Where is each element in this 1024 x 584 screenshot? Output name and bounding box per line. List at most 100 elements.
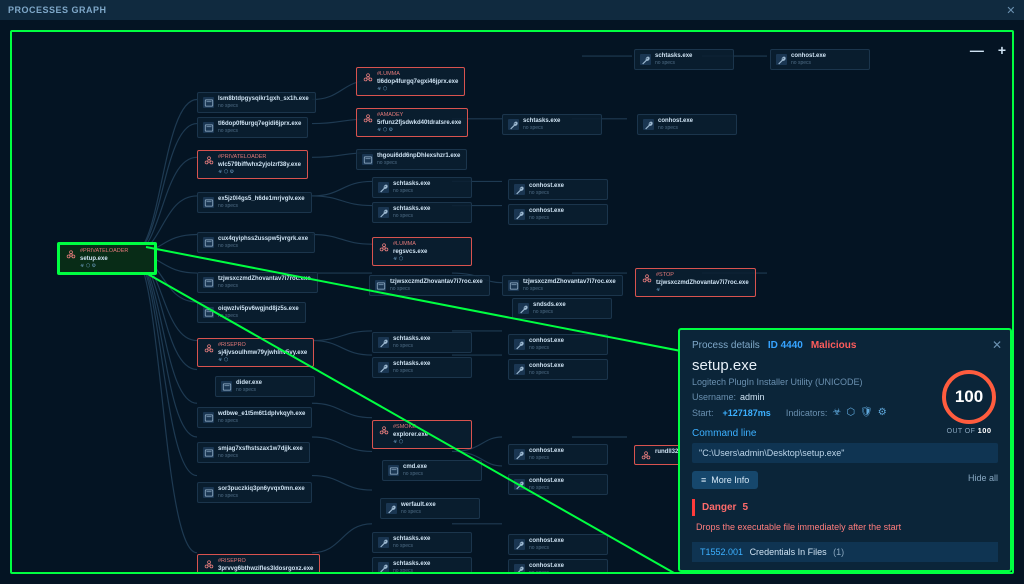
biohazard-icon	[378, 242, 389, 253]
biohazard-icon: ☣	[832, 407, 841, 418]
process-node[interactable]: conhost.exeno specs	[770, 49, 870, 70]
hide-all-button[interactable]: Hide all	[968, 473, 998, 483]
wrench-icon	[378, 207, 389, 218]
process-node[interactable]: #LUMMAregsvcs.exe☣ ⬡	[372, 237, 472, 266]
process-node[interactable]: cux4qyiphss2usspw5jvrgrk.exeno specs	[197, 232, 315, 253]
biohazard-icon	[65, 249, 76, 260]
box-icon	[508, 280, 519, 291]
box-icon	[221, 381, 232, 392]
process-node[interactable]: sndsds.exeno specs	[512, 298, 612, 319]
process-node[interactable]: conhost.exeno specs	[508, 179, 608, 200]
process-node[interactable]: conhost.exeno specs	[508, 474, 608, 495]
wrench-icon	[514, 209, 525, 220]
biohazard-icon	[203, 559, 214, 570]
close-icon[interactable]: ✕	[992, 338, 1002, 352]
process-node[interactable]: schtasks.exeno specs	[372, 332, 472, 353]
process-node[interactable]: schtasks.exeno specs	[634, 49, 734, 70]
box-icon	[375, 280, 386, 291]
detail-header-label: Process details	[692, 340, 760, 351]
process-detail-panel: ✕ Process details ID 4440 Malicious setu…	[678, 328, 1012, 572]
process-node[interactable]: schtasks.exeno specs	[372, 557, 472, 574]
shield-icon: 🛡	[860, 407, 873, 418]
gear-icon: ⚙	[878, 407, 887, 418]
mitre-item[interactable]: T1552.001 Credentials In Files (1)	[692, 542, 998, 562]
wrench-icon	[378, 182, 389, 193]
wrench-icon	[514, 184, 525, 195]
wrench-icon	[776, 54, 787, 65]
process-node[interactable]: smjag7xsfhstszax1w7djjk.exeno specs	[197, 442, 310, 463]
process-node[interactable]: dider.exeno specs	[215, 376, 315, 397]
process-node[interactable]: #AMADEY5rfunz2fjsdwkd40tdratsre.exe☣ ⬡ ⚙	[356, 108, 468, 137]
box-icon	[203, 97, 214, 108]
box-icon	[203, 237, 214, 248]
danger-header[interactable]: Danger5	[692, 499, 998, 516]
process-node[interactable]: schtasks.exeno specs	[502, 114, 602, 135]
process-node[interactable]: cmd.exeno specs	[382, 460, 482, 481]
wrench-icon	[514, 339, 525, 350]
process-node[interactable]: conhost.exeno specs	[508, 204, 608, 225]
box-icon	[388, 465, 399, 476]
wrench-icon	[514, 564, 525, 574]
process-node-root[interactable]: #PRIVATELOADERsetup.exe☣ ⬡ ⚙	[57, 242, 157, 275]
process-node[interactable]: schtasks.exeno specs	[372, 357, 472, 378]
process-node[interactable]: #RISEPROsj4jvsoulhmw79yjwhlnv5vy.exe☣ ⬡	[197, 338, 314, 367]
box-icon	[203, 197, 214, 208]
box-icon	[203, 487, 214, 498]
box-icon	[203, 122, 214, 133]
process-node[interactable]: tzjwsxczmdZhovantav7i7roc.exeno specs	[502, 275, 623, 296]
process-node[interactable]: conhost.exeno specs	[508, 559, 608, 574]
process-node[interactable]: conhost.exeno specs	[508, 534, 608, 555]
wrench-icon	[378, 362, 389, 373]
process-node[interactable]: conhost.exeno specs	[637, 114, 737, 135]
mitre-id[interactable]: T1552.001	[700, 547, 743, 557]
process-node[interactable]: schtasks.exeno specs	[372, 177, 472, 198]
process-node[interactable]: werfault.exeno specs	[380, 498, 480, 519]
process-node[interactable]: #SMOKEexplorer.exe☣ ⬡	[372, 420, 472, 449]
wrench-icon	[386, 503, 397, 514]
wrench-icon	[640, 54, 651, 65]
biohazard-icon	[362, 72, 373, 83]
process-node[interactable]: sor3puczkiq3pn6yvqx0mn.exeno specs	[197, 482, 312, 503]
wrench-icon	[514, 364, 525, 375]
process-node[interactable]: schtasks.exeno specs	[372, 532, 472, 553]
biohazard-icon	[203, 343, 214, 354]
box-icon	[203, 412, 214, 423]
process-node[interactable]: #LUMMAtl6dop4furgq7egxi46jprx.exe☣ ⬡	[356, 67, 465, 96]
biohazard-icon	[362, 113, 373, 124]
process-node[interactable]: conhost.exeno specs	[508, 359, 608, 380]
wrench-icon	[378, 562, 389, 573]
box-icon	[203, 277, 214, 288]
biohazard-icon	[641, 273, 652, 284]
process-node[interactable]: ex5jz0l4gs5_h6de1mrjvglv.exeno specs	[197, 192, 312, 213]
process-node[interactable]: schtasks.exeno specs	[372, 202, 472, 223]
process-node[interactable]: #PRIVATELOADERwlc579biffwhx2yjolzrf38y.e…	[197, 150, 308, 179]
process-node[interactable]: #STOPtzjwsxczmdZhovantav7i7roc.exe☣	[635, 268, 756, 297]
close-icon[interactable]: ✕	[1006, 4, 1016, 17]
process-node[interactable]: conhost.exeno specs	[508, 444, 608, 465]
wrench-icon	[378, 337, 389, 348]
biohazard-icon	[203, 155, 214, 166]
process-node[interactable]: lsm8btdpgysqikr1gxh_sx1h.exeno specs	[197, 92, 316, 113]
box-icon	[203, 447, 214, 458]
more-info-button[interactable]: ≡More Info	[692, 471, 758, 489]
zoom-out-button[interactable]: —	[970, 42, 984, 58]
zoom-in-button[interactable]: +	[998, 42, 1006, 58]
list-icon: ≡	[701, 475, 706, 485]
detail-malicious: Malicious	[811, 340, 857, 351]
wrench-icon	[514, 449, 525, 460]
process-node[interactable]: tl6dop0f6urgq7egidi6jprx.exeno specs	[197, 117, 308, 138]
danger-item[interactable]: Drops the executable file immediately af…	[692, 522, 998, 532]
wrench-icon	[514, 539, 525, 550]
threat-score: 100 OUT OF 100	[942, 370, 996, 435]
detail-pid: ID 4440	[768, 340, 803, 351]
process-node[interactable]: thgoui6dd6npDhlexshzr1.exeno specs	[356, 149, 467, 170]
process-node[interactable]: wdbwe_e1t5m6t1dplvkqyh.exeno specs	[197, 407, 312, 428]
box-icon	[362, 154, 373, 165]
biohazard-icon	[640, 450, 651, 461]
wrench-icon	[508, 119, 519, 130]
cmd-value[interactable]: "C:\Users\admin\Desktop\setup.exe"	[692, 443, 998, 463]
process-node[interactable]: conhost.exeno specs	[508, 334, 608, 355]
network-icon: ⬡	[846, 407, 855, 418]
process-node[interactable]: #RISEPRO3prvvg6bthwzifles3ldosrgoxz.exe☣…	[197, 554, 320, 574]
wrench-icon	[378, 537, 389, 548]
